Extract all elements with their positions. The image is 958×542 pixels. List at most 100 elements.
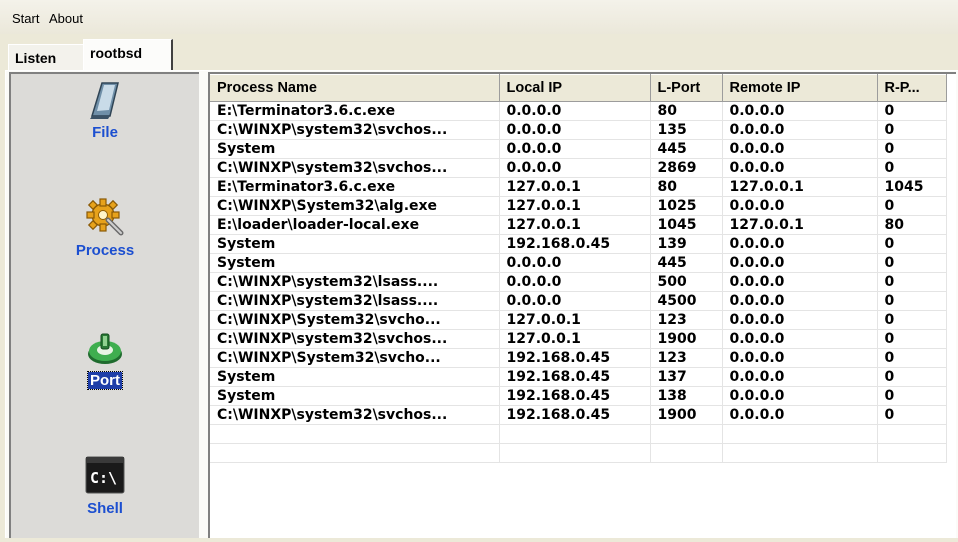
cell-local-ip: 0.0.0.0 — [499, 139, 651, 159]
cell-remote-ip: 0.0.0.0 — [722, 367, 878, 387]
cell-local-ip: 127.0.0.1 — [499, 196, 651, 216]
nav-item-port[interactable]: Port — [11, 332, 199, 390]
cell-r-port: 0 — [877, 272, 947, 292]
cell-l-port: 500 — [650, 272, 723, 292]
cell-local-ip: 192.168.0.45 — [499, 367, 651, 387]
cell-r-port — [877, 424, 947, 444]
table-row[interactable]: C:\WINXP\system32\lsass.... 0.0.0.0 4500 0.… — [210, 291, 947, 311]
table-row[interactable]: System 192.168.0.45 139 0.0.0.0 0 — [210, 234, 947, 254]
nav-item-process[interactable]: Process — [11, 198, 199, 259]
cell-r-port: 0 — [877, 196, 947, 216]
cell-l-port: 123 — [650, 310, 723, 330]
cell-process-name: System — [210, 386, 500, 406]
table-row[interactable]: C:\WINXP\system32\svchos... 0.0.0.0 135 0.0… — [210, 120, 947, 140]
cell-local-ip: 127.0.0.1 — [499, 329, 651, 349]
menu-start[interactable]: Start — [12, 11, 39, 26]
cell-remote-ip: 0.0.0.0 — [722, 291, 878, 311]
cell-local-ip — [499, 443, 651, 463]
file-icon — [90, 82, 119, 119]
cell-remote-ip: 0.0.0.0 — [722, 234, 878, 254]
cell-local-ip: 192.168.0.45 — [499, 386, 651, 406]
table-row[interactable]: E:\Terminator3.6.c.exe 0.0.0.0 80 0.0.0.0 0 — [210, 101, 947, 121]
cell-r-port: 0 — [877, 310, 947, 330]
table-row[interactable]: C:\WINXP\system32\svchos... 192.168.0.45 1… — [210, 405, 947, 425]
nav-item-file[interactable]: File — [11, 80, 199, 141]
tab-listen[interactable]: Listen — [8, 44, 84, 70]
table-row[interactable]: C:\WINXP\system32\svchos... 0.0.0.0 2869 0.… — [210, 158, 947, 178]
cell-r-port: 0 — [877, 158, 947, 178]
table-row[interactable] — [210, 443, 947, 463]
cell-process-name: C:\WINXP\System32\svcho... — [210, 348, 500, 368]
table-row[interactable]: E:\Terminator3.6.c.exe 127.0.0.1 80 127.0.0… — [210, 177, 947, 197]
cell-local-ip: 127.0.0.1 — [499, 177, 651, 197]
cell-process-name: C:\WINXP\System32\alg.exe — [210, 196, 500, 216]
cell-r-port: 0 — [877, 120, 947, 140]
column-header-remote-ip[interactable]: Remote IP — [722, 74, 878, 102]
cell-local-ip: 192.168.0.45 — [499, 234, 651, 254]
cell-local-ip: 0.0.0.0 — [499, 253, 651, 273]
cell-r-port: 0 — [877, 386, 947, 406]
nav-label-process: Process — [75, 242, 135, 259]
cell-local-ip: 127.0.0.1 — [499, 310, 651, 330]
column-header-r-port[interactable]: R-P... — [877, 74, 947, 102]
cell-process-name: C:\WINXP\system32\lsass.... — [210, 272, 500, 292]
table-row[interactable]: C:\WINXP\system32\lsass.... 0.0.0.0 500 0.0… — [210, 272, 947, 292]
cell-l-port — [650, 443, 723, 463]
nav-label-file: File — [92, 124, 118, 141]
cell-process-name: C:\WINXP\system32\svchos... — [210, 405, 500, 425]
table-row[interactable]: C:\WINXP\System32\svcho... 192.168.0.45 12… — [210, 348, 947, 368]
gear-process-icon — [86, 198, 124, 236]
cell-local-ip: 0.0.0.0 — [499, 158, 651, 178]
menu-about[interactable]: About — [49, 11, 83, 26]
cell-process-name: System — [210, 367, 500, 387]
cell-process-name: C:\WINXP\System32\svcho... — [210, 310, 500, 330]
table-row[interactable] — [210, 424, 947, 444]
cell-process-name: C:\WINXP\system32\svchos... — [210, 329, 500, 349]
cell-remote-ip: 0.0.0.0 — [722, 101, 878, 121]
cell-remote-ip: 0.0.0.0 — [722, 310, 878, 330]
cell-r-port: 0 — [877, 139, 947, 159]
table-row[interactable]: C:\WINXP\System32\alg.exe 127.0.0.1 1025 0.… — [210, 196, 947, 216]
table-row[interactable]: System 0.0.0.0 445 0.0.0.0 0 — [210, 139, 947, 159]
cell-r-port: 0 — [877, 101, 947, 121]
cell-local-ip — [499, 424, 651, 444]
cell-r-port: 0 — [877, 405, 947, 425]
column-header-l-port[interactable]: L-Port — [650, 74, 723, 102]
nav-label-shell: Shell — [87, 500, 123, 517]
shell-icon: C:\ — [85, 456, 125, 494]
cell-local-ip: 192.168.0.45 — [499, 405, 651, 425]
table-row[interactable]: C:\WINXP\system32\svchos... 127.0.0.1 1900… — [210, 329, 947, 349]
cell-r-port: 1045 — [877, 177, 947, 197]
table-row[interactable]: System 0.0.0.0 445 0.0.0.0 0 — [210, 253, 947, 273]
nav-item-shell[interactable]: C:\ Shell — [11, 456, 199, 517]
cell-local-ip: 0.0.0.0 — [499, 291, 651, 311]
table-row[interactable]: C:\WINXP\System32\svcho... 127.0.0.1 123 0.… — [210, 310, 947, 330]
cell-l-port: 123 — [650, 348, 723, 368]
cell-l-port: 445 — [650, 139, 723, 159]
table-row[interactable]: System 192.168.0.45 138 0.0.0.0 0 — [210, 386, 947, 406]
cell-l-port: 135 — [650, 120, 723, 140]
cell-process-name: C:\WINXP\system32\lsass.... — [210, 291, 500, 311]
table-row[interactable]: E:\loader\loader-local.exe 127.0.0.1 1045 1… — [210, 215, 947, 235]
cell-l-port — [650, 424, 723, 444]
cell-local-ip: 0.0.0.0 — [499, 101, 651, 121]
cell-local-ip: 0.0.0.0 — [499, 272, 651, 292]
cell-remote-ip: 0.0.0.0 — [722, 329, 878, 349]
cell-remote-ip — [722, 424, 878, 444]
port-icon — [88, 333, 122, 364]
tab-rootbsd[interactable]: rootbsd — [83, 39, 173, 70]
cell-remote-ip: 0.0.0.0 — [722, 348, 878, 368]
port-table-container: Process Name Local IP L-Port Remote IP R… — [208, 72, 956, 542]
cell-remote-ip: 0.0.0.0 — [722, 253, 878, 273]
cell-process-name: System — [210, 139, 500, 159]
cell-remote-ip: 0.0.0.0 — [722, 120, 878, 140]
icon-nav-pane: File Process Port C:\ Shell — [9, 72, 199, 542]
svg-text:C:\: C:\ — [90, 469, 117, 487]
cell-l-port: 138 — [650, 386, 723, 406]
cell-l-port: 80 — [650, 101, 723, 121]
cell-remote-ip: 0.0.0.0 — [722, 405, 878, 425]
column-header-process-name[interactable]: Process Name — [210, 74, 500, 102]
column-header-local-ip[interactable]: Local IP — [499, 74, 651, 102]
cell-remote-ip: 127.0.0.1 — [722, 177, 878, 197]
table-row[interactable]: System 192.168.0.45 137 0.0.0.0 0 — [210, 367, 947, 387]
